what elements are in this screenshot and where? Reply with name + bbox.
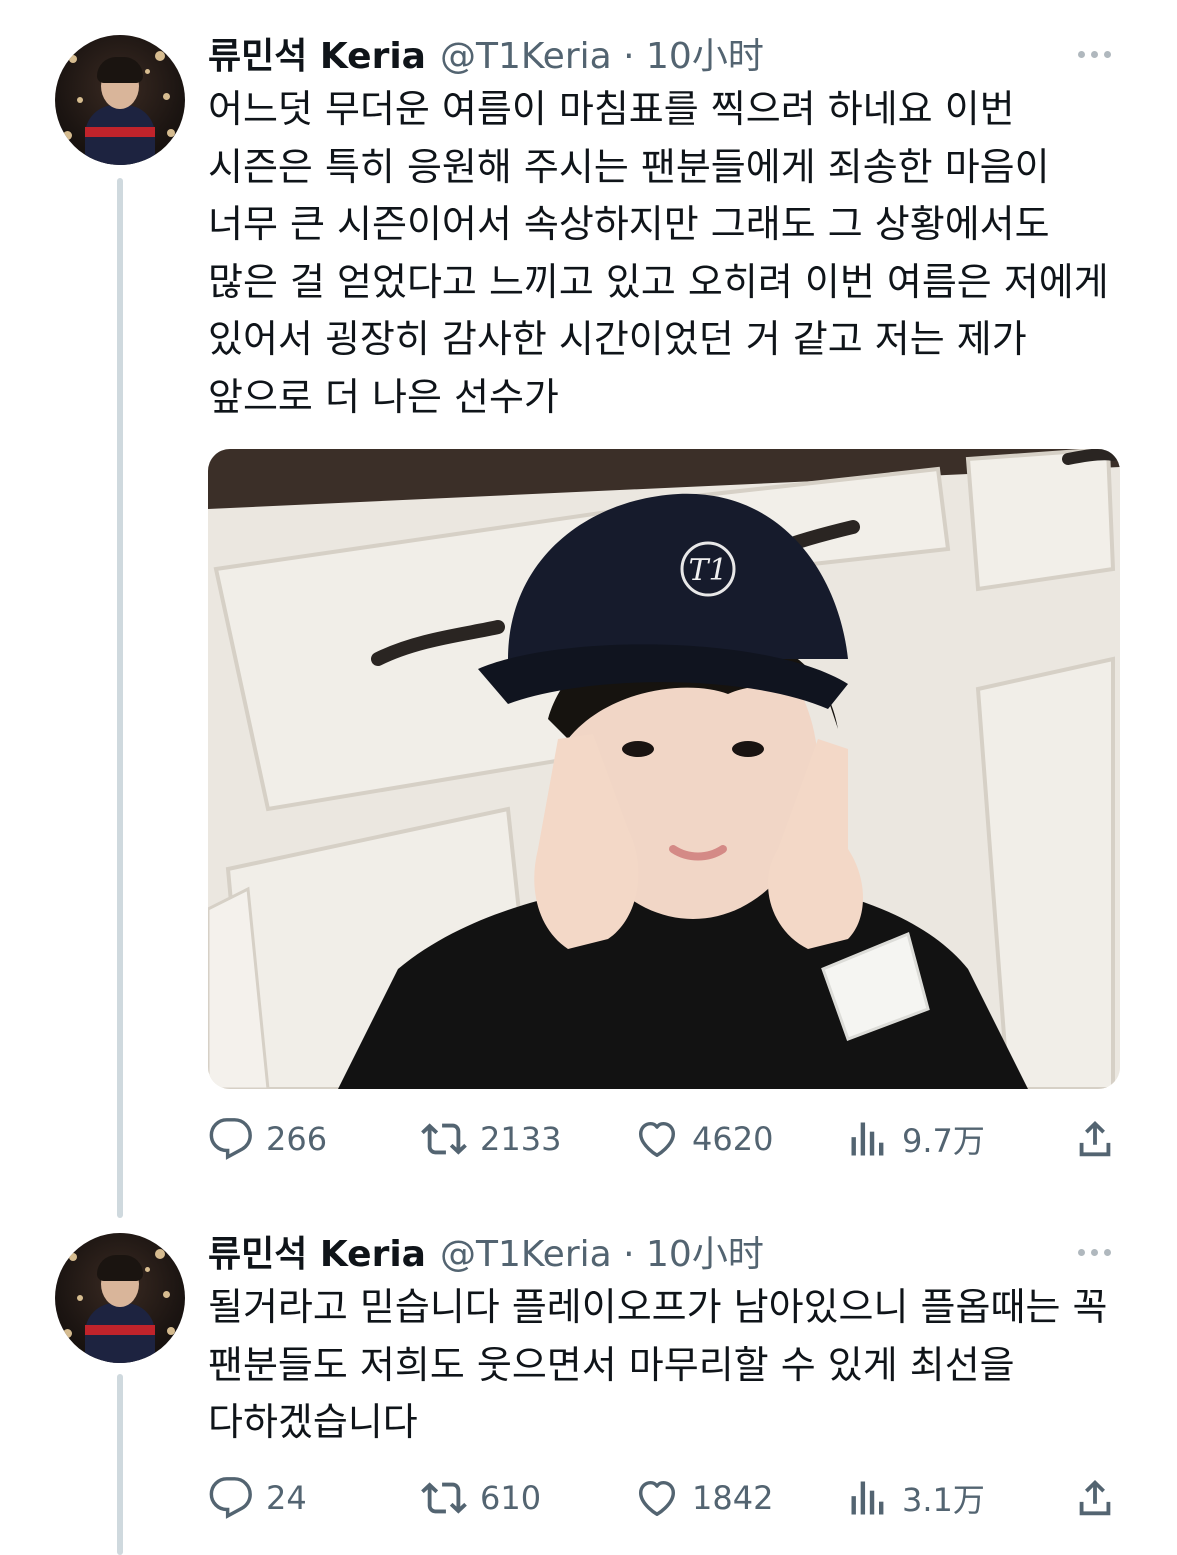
tweet-text: 어느덧 무더운 여름이 마침표를 찍으려 하네요 이번 시즌은 특히 응원해 주… [208,87,1121,419]
reply-button[interactable]: 266 [208,1114,327,1164]
reply-icon [209,1118,252,1160]
views-icon [851,1122,884,1156]
tweet-actions: 266 2133 4620 9.7万 [208,1114,1128,1164]
svg-text:T1: T1 [688,553,727,588]
share-button[interactable] [1072,1114,1118,1164]
like-icon [638,1480,676,1517]
views-button[interactable]: 3.1万 [846,1473,985,1523]
like-button[interactable]: 4620 [634,1114,773,1164]
reply-count: 24 [266,1479,307,1517]
like-count: 1842 [692,1479,774,1517]
retweet-button[interactable]: 2133 [420,1114,561,1164]
share-button[interactable] [1072,1473,1118,1523]
thread-connector-line [117,178,123,1218]
views-icon [851,1481,884,1515]
share-icon [1079,1479,1111,1516]
avatar[interactable] [55,1233,185,1363]
like-count: 4620 [692,1120,774,1158]
tweet-actions: 24 610 1842 3.1万 [208,1473,1128,1523]
retweet-icon [421,1482,467,1514]
reply-icon [209,1477,252,1519]
thread-connector-line [117,1374,123,1555]
views-button[interactable]: 9.7万 [846,1114,985,1164]
author-name[interactable]: 류민석 Keria [208,1225,426,1277]
photo-icon: T1 [208,449,1120,1089]
tweet-text: 될거라고 믿습니다 플레이오프가 남아있으니 플옵때는 꼭 팬분들도 저희도 웃… [208,1285,1120,1444]
author-handle-time[interactable]: @T1Keria · 10小时 [440,1225,764,1277]
reply-button[interactable]: 24 [208,1473,307,1523]
author-handle-time[interactable]: @T1Keria · 10小时 [440,27,764,79]
retweet-count: 610 [480,1479,542,1517]
author-name[interactable]: 류민석 Keria [208,27,426,79]
views-count: 3.1万 [902,1481,985,1519]
retweet-icon [421,1123,467,1155]
retweet-button[interactable]: 610 [420,1473,541,1523]
retweet-count: 2133 [480,1120,562,1158]
tweet-header: 류민석 Keria @T1Keria · 10小时 [208,1229,764,1275]
tweet-photo[interactable]: T1 [208,449,1120,1089]
tweet-header: 류민석 Keria @T1Keria · 10小时 [208,31,764,77]
views-count: 9.7万 [902,1122,985,1160]
more-icon[interactable] [1078,1245,1118,1259]
reply-count: 266 [266,1120,328,1158]
avatar[interactable] [55,35,185,165]
like-button[interactable]: 1842 [634,1473,773,1523]
more-icon[interactable] [1078,47,1118,61]
share-icon [1079,1120,1111,1157]
like-icon [638,1121,676,1158]
